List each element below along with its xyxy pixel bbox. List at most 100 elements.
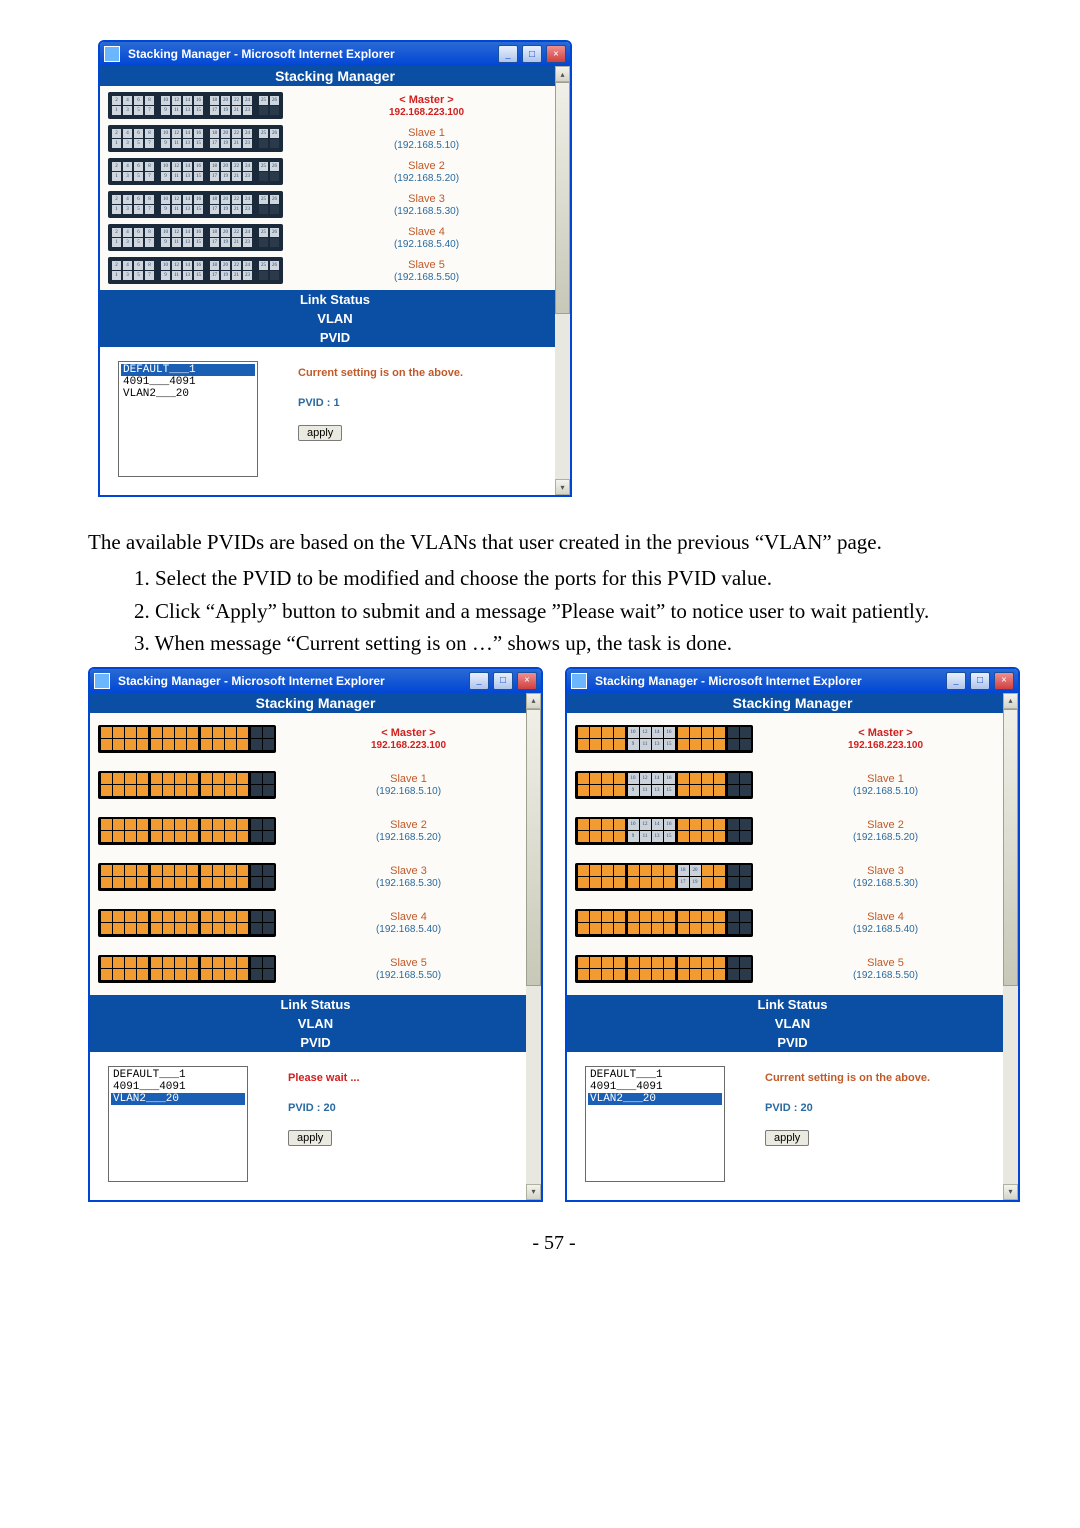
list-item[interactable]: VLAN2___20 [111,1093,245,1105]
window-stacking-top: Stacking Manager - Microsoft Internet Ex… [98,40,572,497]
switch-ports[interactable]: 24681357 101214169111315 182022241719212… [108,125,283,152]
close-button[interactable]: × [994,672,1014,690]
pvid-header[interactable]: PVID [567,1033,1018,1052]
switch-row: Slave 3(192.168.5.30) [98,857,533,897]
switch-label: < Master >192.168.223.100 [284,727,533,751]
titlebar: Stacking Manager - Microsoft Internet Ex… [100,42,570,66]
ie-icon [94,673,110,689]
scroll-up-icon[interactable]: ▴ [526,693,541,709]
maximize-button[interactable]: □ [970,672,990,690]
switch-ports[interactable] [575,909,753,937]
scrollbar[interactable]: ▴ ▾ [1003,693,1018,1200]
switch-ports[interactable] [98,771,276,799]
vlan-header[interactable]: VLAN [567,1014,1018,1033]
ie-icon [571,673,587,689]
scroll-thumb[interactable] [526,709,541,987]
apply-button[interactable]: apply [298,425,342,441]
scroll-track[interactable] [1003,709,1018,1184]
switch-ports[interactable] [98,725,276,753]
scroll-up-icon[interactable]: ▴ [555,66,570,82]
pvid-label: PVID : 1 [298,397,463,409]
switch-label: Slave 3(192.168.5.30) [284,865,533,889]
vlan-listbox[interactable]: DEFAULT___1 4091___4091 VLAN2___20 [585,1066,725,1182]
stacking-header: Stacking Manager [90,693,541,713]
switch-label: Slave 4(192.168.5.40) [761,911,1010,935]
switch-ports[interactable] [98,955,276,983]
vlan-header[interactable]: VLAN [90,1014,541,1033]
stacking-header: Stacking Manager [567,693,1018,713]
scroll-thumb[interactable] [1003,709,1018,987]
switch-row: 101214169111315 < Master >192.168.223.10… [575,719,1010,759]
switch-ports[interactable]: 24681357 101214169111315 182022241719212… [108,224,283,251]
switch-ports[interactable] [98,817,276,845]
vlan-listbox[interactable]: DEFAULT___1 4091___4091 VLAN2___20 [108,1066,248,1182]
scroll-up-icon[interactable]: ▴ [1003,693,1018,709]
switch-ports[interactable] [575,955,753,983]
switch-ports[interactable]: 24681357 101214169111315 182022241719212… [108,191,283,218]
scrollbar[interactable]: ▴ ▾ [555,66,570,495]
window-stacking-right: Stacking Manager - Microsoft Internet Ex… [565,667,1020,1202]
list-item[interactable]: 4091___4091 [111,1081,245,1093]
maximize-button[interactable]: □ [493,672,513,690]
switch-row: 24681357 101214169111315 182022241719212… [108,92,562,119]
close-button[interactable]: × [546,45,566,63]
switch-ports[interactable]: 24681357 101214169111315 182022241719212… [108,158,283,185]
scroll-down-icon[interactable]: ▾ [555,479,570,495]
switch-label: Slave 2(192.168.5.20) [284,819,533,843]
minimize-button[interactable]: _ [946,672,966,690]
pvid-label: PVID : 20 [288,1102,360,1114]
switch-row: Slave 2(192.168.5.20) [98,811,533,851]
page-number: - 57 - [88,1232,1020,1255]
scroll-thumb[interactable] [555,82,570,314]
list-item[interactable]: 4091___4091 [588,1081,722,1093]
switch-ports[interactable]: 18201719 [575,863,753,891]
switch-ports[interactable]: 101214169111315 [575,725,753,753]
list-item[interactable]: 4091___4091 [121,376,255,388]
status-text: Current setting is on the above. [765,1072,930,1084]
switch-label: Slave 1(192.168.5.10) [284,773,533,797]
list-item[interactable]: VLAN2___20 [588,1093,722,1105]
scroll-track[interactable] [526,709,541,1184]
vlan-header[interactable]: VLAN [100,309,570,328]
minimize-button[interactable]: _ [469,672,489,690]
status-text: Please wait ... [288,1072,360,1084]
link-status-header[interactable]: Link Status [567,995,1018,1014]
link-status-header[interactable]: Link Status [100,290,570,309]
minimize-button[interactable]: _ [498,45,518,63]
window-stacking-left: Stacking Manager - Microsoft Internet Ex… [88,667,543,1202]
list-item[interactable]: DEFAULT___1 [121,364,255,376]
switch-label: Slave 4(192.168.5.40) [291,226,562,250]
list-item[interactable]: DEFAULT___1 [111,1069,245,1081]
switch-label: < Master >192.168.223.100 [291,94,562,118]
list-item[interactable]: DEFAULT___1 [588,1069,722,1081]
apply-button[interactable]: apply [288,1130,332,1146]
switch-ports[interactable] [98,909,276,937]
switch-ports[interactable]: 24681357 101214169111315 182022241719212… [108,257,283,284]
switch-row: < Master >192.168.223.100 [98,719,533,759]
stacking-header: Stacking Manager [100,66,570,86]
vlan-listbox[interactable]: DEFAULT___1 4091___4091 VLAN2___20 [118,361,258,477]
scrollbar[interactable]: ▴ ▾ [526,693,541,1200]
link-status-header[interactable]: Link Status [90,995,541,1014]
switch-label: Slave 1(192.168.5.10) [761,773,1010,797]
scroll-down-icon[interactable]: ▾ [526,1184,541,1200]
switch-ports[interactable] [98,863,276,891]
switch-ports[interactable]: 101214169111315 [575,817,753,845]
switch-row: 24681357 101214169111315 182022241719212… [108,191,562,218]
apply-button[interactable]: apply [765,1130,809,1146]
switch-ports[interactable]: 24681357 101214169111315 182022241719212… [108,92,283,119]
pvid-header[interactable]: PVID [90,1033,541,1052]
switch-ports[interactable]: 101214169111315 [575,771,753,799]
window-title: Stacking Manager - Microsoft Internet Ex… [595,674,942,688]
pvid-right: Current setting is on the above. PVID : … [765,1066,930,1146]
switch-row: Slave 4(192.168.5.40) [575,903,1010,943]
scroll-track[interactable] [555,82,570,479]
step-2: 2. Click “Apply” button to submit and a … [134,596,1020,626]
close-button[interactable]: × [517,672,537,690]
step-1: 1. Select the PVID to be modified and ch… [134,563,1020,593]
pvid-header[interactable]: PVID [100,328,570,347]
maximize-button[interactable]: □ [522,45,542,63]
list-item[interactable]: VLAN2___20 [121,388,255,400]
scroll-down-icon[interactable]: ▾ [1003,1184,1018,1200]
switch-label: Slave 1(192.168.5.10) [291,127,562,151]
